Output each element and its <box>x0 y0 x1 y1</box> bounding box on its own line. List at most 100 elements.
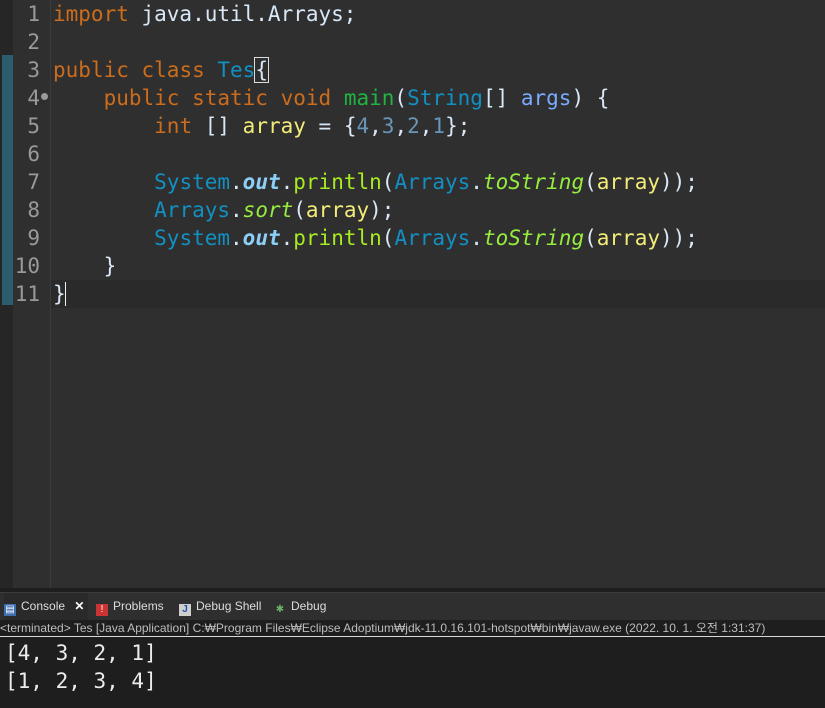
matching-bracket: { <box>254 57 269 83</box>
debug-icon: ✱ <box>275 604 285 615</box>
line-number: 8 <box>27 198 40 222</box>
tab-problems[interactable]: ! Problems <box>96 593 164 620</box>
punctuation: . <box>230 198 243 222</box>
punctuation: . <box>470 226 483 250</box>
punctuation: . <box>280 170 294 194</box>
tab-label: Debug <box>291 599 327 613</box>
keyword: class <box>141 58 205 82</box>
code-line-8[interactable]: Arrays.sort(array); <box>53 196 394 224</box>
line-number: 4 <box>27 86 40 110</box>
console-output-line: [1, 2, 3, 4] <box>5 669 157 693</box>
keyword: public <box>53 58 129 82</box>
code-line-9[interactable]: System.out.println(Arrays.toString(array… <box>53 224 698 252</box>
tab-console[interactable]: ▤ Console ✕ <box>4 593 89 620</box>
number: 2 <box>407 114 420 138</box>
closing-brace: } <box>103 254 117 278</box>
method-call: println <box>293 170 382 194</box>
punctuation: )); <box>659 226 698 250</box>
line-number: 7 <box>27 170 40 194</box>
punctuation: ( <box>381 170 395 194</box>
code-line-10[interactable]: } <box>53 252 117 280</box>
punctuation: ); <box>369 198 395 222</box>
console-icon: ▤ <box>4 604 16 616</box>
punctuation: [] <box>192 114 243 138</box>
static-field: out <box>242 226 281 250</box>
type-name: System <box>154 170 231 194</box>
code-editor[interactable]: 1 2 3 4 5 6 7 8 9 10 11 import java.util… <box>0 0 825 588</box>
parameter: args <box>520 86 572 110</box>
variable: array <box>242 114 306 138</box>
import-path: java.util.Arrays; <box>128 2 357 26</box>
current-line-highlight <box>51 280 825 308</box>
line-number: 5 <box>27 114 40 138</box>
punctuation: ( <box>584 226 597 250</box>
code-line-5[interactable]: int [] array = {4,3,2,1}; <box>53 112 470 140</box>
tab-debug-shell[interactable]: J Debug Shell <box>179 593 261 620</box>
type-name: System <box>154 226 231 250</box>
type-name: Arrays <box>394 226 471 250</box>
code-line-4[interactable]: public static void main(String[] args) { <box>53 84 610 112</box>
punctuation: , <box>394 114 408 138</box>
static-method-call: toString <box>482 170 585 194</box>
console-tab-bar: ▤ Console ✕ ! Problems J Debug Shell ✱ Debug <box>0 592 825 620</box>
line-number: 11 <box>14 282 40 306</box>
code-line-11[interactable]: } <box>53 280 66 308</box>
number: 1 <box>432 114 446 138</box>
punctuation: . <box>230 226 243 250</box>
line-number: 6 <box>27 142 40 166</box>
number: 3 <box>381 114 395 138</box>
type-name: Arrays <box>394 170 471 194</box>
punctuation: . <box>470 170 483 194</box>
method-call: println <box>293 226 382 250</box>
punctuation: [] <box>482 86 521 110</box>
method-name: main <box>343 86 395 110</box>
punctuation: ( <box>584 170 597 194</box>
console-output[interactable]: [4, 3, 2, 1] [1, 2, 3, 4] <box>0 637 825 708</box>
line-number: 10 <box>14 254 40 278</box>
static-method-call: toString <box>482 226 585 250</box>
line-number: 9 <box>27 226 40 250</box>
close-icon[interactable]: ✕ <box>74 599 84 613</box>
tab-label: Debug Shell <box>196 599 262 613</box>
change-indicator-bar <box>2 55 13 305</box>
variable: array <box>305 198 370 222</box>
punctuation: )); <box>659 170 698 194</box>
punctuation: . <box>280 226 294 250</box>
closing-brace: } <box>53 282 66 306</box>
punctuation: ) { <box>571 86 610 110</box>
class-name: Tes <box>217 58 256 82</box>
variable: array <box>596 170 660 194</box>
static-method-call: sort <box>242 198 294 222</box>
punctuation: ( <box>394 86 408 110</box>
console-process-status: <terminated> Tes [Java Application] C:₩P… <box>0 620 825 637</box>
line-number: 3 <box>27 58 40 82</box>
tab-label: Console <box>21 599 66 613</box>
number: 4 <box>356 114 370 138</box>
punctuation: , <box>369 114 382 138</box>
line-number: 1 <box>27 2 40 26</box>
variable: array <box>596 226 660 250</box>
keyword: public <box>103 86 180 110</box>
keyword: void <box>280 86 332 110</box>
keyword: static <box>192 86 268 110</box>
punctuation: ( <box>381 226 395 250</box>
code-line-1[interactable]: import java.util.Arrays; <box>53 0 356 28</box>
keyword: import <box>53 2 129 26</box>
override-marker-icon[interactable] <box>41 93 48 100</box>
line-number: 2 <box>27 30 40 54</box>
tab-label: Problems <box>113 599 164 613</box>
punctuation: . <box>230 170 243 194</box>
punctuation: }; <box>445 114 471 138</box>
punctuation: , <box>419 114 433 138</box>
static-field: out <box>242 170 281 194</box>
debug-shell-icon: J <box>179 604 191 616</box>
keyword: int <box>154 114 193 138</box>
type-name: Arrays <box>154 198 231 222</box>
console-output-line: [4, 3, 2, 1] <box>5 641 157 665</box>
punctuation: ( <box>293 198 306 222</box>
code-line-3[interactable]: public class Tes{ <box>53 56 269 84</box>
tab-debug[interactable]: ✱ Debug <box>274 593 327 620</box>
code-line-7[interactable]: System.out.println(Arrays.toString(array… <box>53 168 698 196</box>
punctuation: = { <box>305 114 357 138</box>
problems-icon: ! <box>96 604 108 616</box>
